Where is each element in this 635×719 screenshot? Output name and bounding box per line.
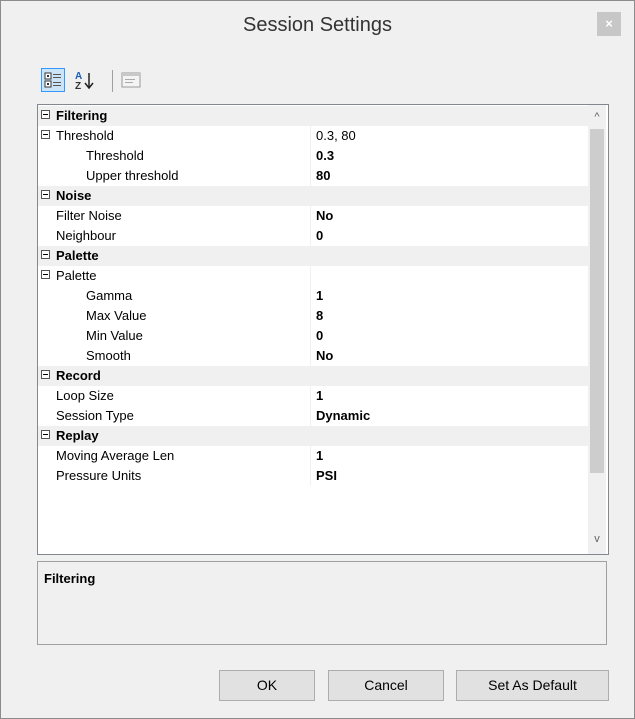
categorized-view-icon <box>44 72 61 88</box>
column-divider <box>310 126 311 146</box>
property-value[interactable]: 0 <box>316 328 323 343</box>
scroll-thumb[interactable] <box>590 129 604 473</box>
column-divider <box>310 446 311 466</box>
property-name: Moving Average Len <box>56 448 175 463</box>
title-bar: Session Settings × <box>1 1 634 52</box>
property-row[interactable]: Session Type Dynamic <box>38 406 588 426</box>
category-row[interactable]: Noise <box>38 186 588 206</box>
property-value[interactable]: No <box>316 208 333 223</box>
property-row[interactable]: Filter Noise No <box>38 206 588 226</box>
property-row[interactable]: Smooth No <box>38 346 588 366</box>
collapse-toggle-icon[interactable] <box>41 250 50 259</box>
description-title: Filtering <box>44 571 96 586</box>
scroll-down-arrow[interactable]: v <box>588 533 606 547</box>
property-value[interactable]: Dynamic <box>316 408 370 423</box>
column-divider <box>310 286 311 306</box>
property-value[interactable]: No <box>316 348 333 363</box>
property-value[interactable]: 80 <box>316 168 330 183</box>
property-name: Filter Noise <box>56 208 122 223</box>
property-name: Neighbour <box>56 228 116 243</box>
column-divider <box>310 386 311 406</box>
property-name: Upper threshold <box>86 168 179 183</box>
category-row[interactable]: Record <box>38 366 588 386</box>
property-name: Threshold <box>56 128 114 143</box>
column-divider <box>310 166 311 186</box>
property-grid[interactable]: Filtering Threshold 0.3, 80 Threshold 0.3 Upp… <box>37 104 609 555</box>
property-row[interactable]: Upper threshold 80 <box>38 166 588 186</box>
category-row[interactable]: Filtering <box>38 106 588 126</box>
column-divider <box>310 226 311 246</box>
property-value[interactable]: 0 <box>316 228 323 243</box>
property-row[interactable]: Gamma 1 <box>38 286 588 306</box>
svg-text:Z: Z <box>75 81 81 92</box>
property-name: Max Value <box>86 308 147 323</box>
property-name: Smooth <box>86 348 131 363</box>
property-name: Threshold <box>86 148 144 163</box>
column-divider <box>310 466 311 486</box>
column-divider <box>310 206 311 226</box>
set-as-default-button[interactable]: Set As Default <box>456 670 609 701</box>
column-divider <box>310 146 311 166</box>
property-pages-button[interactable] <box>119 68 143 92</box>
property-row[interactable]: Palette <box>38 266 588 286</box>
property-value[interactable]: 1 <box>316 288 323 303</box>
property-row[interactable]: Max Value 8 <box>38 306 588 326</box>
property-row[interactable]: Moving Average Len 1 <box>38 446 588 466</box>
property-row[interactable]: Neighbour 0 <box>38 226 588 246</box>
description-pane: Filtering <box>37 561 607 645</box>
property-row[interactable]: Pressure Units PSI <box>38 466 588 486</box>
scroll-up-arrow[interactable]: ^ <box>588 111 606 125</box>
collapse-toggle-icon[interactable] <box>41 370 50 379</box>
collapse-toggle-icon[interactable] <box>41 130 50 139</box>
session-settings-dialog: Session Settings × A Z Filtering Thresho… <box>0 0 635 719</box>
column-divider <box>310 326 311 346</box>
ok-button[interactable]: OK <box>219 670 315 701</box>
category-row[interactable]: Replay <box>38 426 588 446</box>
column-divider <box>310 406 311 426</box>
toolbar-separator <box>112 70 113 92</box>
cancel-button[interactable]: Cancel <box>328 670 444 701</box>
property-name: Loop Size <box>56 388 114 403</box>
dialog-title: Session Settings <box>243 14 392 36</box>
property-value[interactable]: 1 <box>316 388 323 403</box>
alphabetical-sort-button[interactable]: A Z <box>73 68 97 92</box>
category-row[interactable]: Palette <box>38 246 588 266</box>
property-value[interactable]: 1 <box>316 448 323 463</box>
categorized-view-button[interactable] <box>41 68 65 92</box>
property-name: Pressure Units <box>56 468 142 483</box>
collapse-toggle-icon[interactable] <box>41 110 50 119</box>
property-grid-toolbar: A Z <box>35 68 335 96</box>
close-button[interactable]: × <box>597 12 621 36</box>
category-label: Noise <box>56 188 92 203</box>
column-divider <box>310 306 311 326</box>
property-value[interactable]: 8 <box>316 308 323 323</box>
property-name: Min Value <box>86 328 143 343</box>
column-divider <box>310 346 311 366</box>
category-label: Filtering <box>56 108 108 123</box>
column-divider <box>310 266 311 286</box>
collapse-toggle-icon[interactable] <box>41 270 50 279</box>
property-value[interactable]: PSI <box>316 468 337 483</box>
property-row[interactable]: Threshold 0.3, 80 <box>38 126 588 146</box>
category-label: Palette <box>56 248 99 263</box>
property-pages-icon <box>121 72 141 88</box>
property-value[interactable]: 0.3, 80 <box>316 128 356 143</box>
property-value[interactable]: 0.3 <box>316 148 334 163</box>
collapse-toggle-icon[interactable] <box>41 190 50 199</box>
property-name: Palette <box>56 268 97 283</box>
property-row[interactable]: Loop Size 1 <box>38 386 588 406</box>
category-label: Replay <box>56 428 99 443</box>
property-row[interactable]: Min Value 0 <box>38 326 588 346</box>
property-row[interactable]: Threshold 0.3 <box>38 146 588 166</box>
property-name: Gamma <box>86 288 133 303</box>
category-label: Record <box>56 368 101 383</box>
collapse-toggle-icon[interactable] <box>41 430 50 439</box>
property-name: Session Type <box>56 408 134 423</box>
sort-alphabetical-icon: A Z <box>75 71 94 92</box>
vertical-scrollbar[interactable]: ^ v <box>588 105 606 554</box>
